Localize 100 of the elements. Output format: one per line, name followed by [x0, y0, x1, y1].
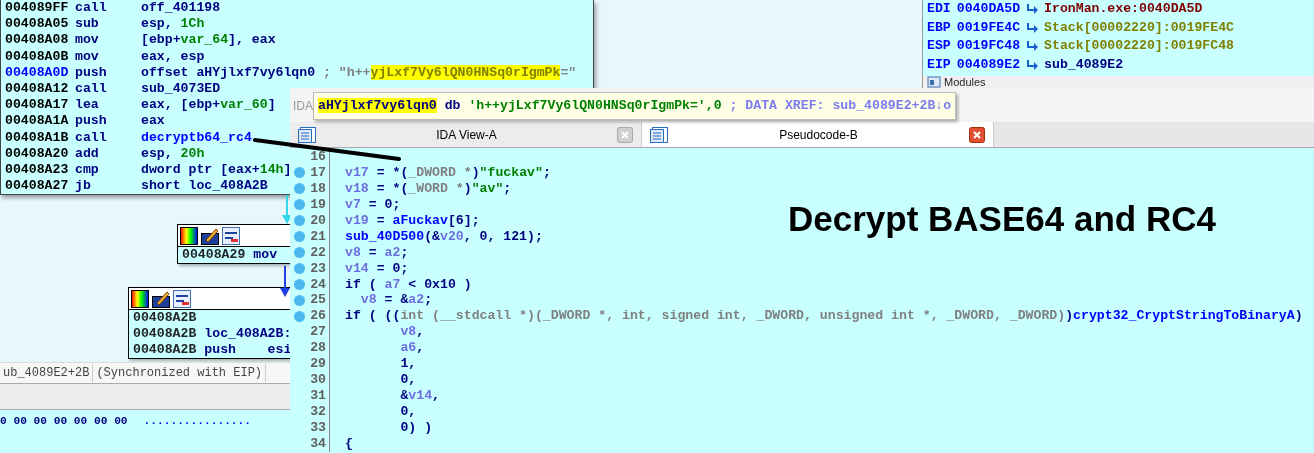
line-number: 17: [309, 164, 327, 181]
operand-text: eax: [141, 113, 165, 130]
line-number: 19: [309, 196, 327, 213]
breakpoint-dot[interactable]: [294, 199, 305, 211]
code-line: 0,: [399, 372, 417, 389]
address-text: 00408A12: [5, 80, 70, 98]
code-line: v8 = a2;: [344, 244, 409, 261]
register-target[interactable]: sub_4089E2: [1044, 54, 1124, 75]
line-number: 30: [309, 372, 327, 389]
mnemonic-text: mov: [75, 32, 100, 49]
address-text: 00408A1B: [5, 129, 70, 146]
tab-label: IDA View-A: [435, 126, 498, 144]
operand-text: esp, 20h: [141, 145, 205, 162]
modules-icon: [927, 76, 941, 88]
code-line: v17 = *(_DWORD *)"fuckav";: [344, 164, 551, 181]
code-line: sub_40D500(&v20, 0, 121);: [344, 228, 543, 245]
address-text: 00408A17: [5, 97, 70, 114]
register-target[interactable]: Stack[00002220]:0019FE4C: [1044, 17, 1234, 38]
register-name: EDI: [927, 0, 951, 19]
address-text: 004089FF: [5, 0, 70, 17]
line-number: 24: [309, 276, 327, 293]
line-number: 27: [309, 324, 327, 341]
jump-arrow-icon: [1026, 58, 1039, 71]
breakpoint-dot[interactable]: [294, 278, 305, 290]
status-text: (Synchronized with EIP): [93, 364, 267, 382]
operand-text: decryptb64_rc4: [141, 129, 252, 146]
address-text: 00408A27: [5, 178, 70, 195]
mnemonic-text: push: [75, 64, 108, 81]
code-line: v8,: [399, 324, 425, 341]
operand-text: eax, esp: [141, 48, 205, 65]
mnemonic-text: add: [75, 145, 100, 162]
mnemonic-text: mov: [75, 48, 100, 65]
line-number: 32: [309, 404, 327, 420]
code-line: v19 = aFuckav[6];: [344, 212, 480, 229]
register-name: ESP: [927, 37, 951, 56]
tab-label: Pseudocode-B: [778, 126, 859, 144]
graph-icon: [173, 289, 191, 308]
code-line: v7 = 0;: [344, 196, 401, 213]
instruction-text: loc_408A2B:: [204, 326, 292, 342]
operand-text: dword ptr [eax+14h]: [141, 161, 292, 179]
window-title: IDA: [293, 98, 313, 115]
code-line: &v14,: [399, 388, 440, 404]
register-target[interactable]: Stack[00002220]:0019FC48: [1044, 36, 1234, 57]
line-number: 22: [309, 244, 327, 261]
mnemonic-text: call: [75, 129, 108, 146]
close-icon: [969, 126, 985, 143]
line-number: 20: [309, 212, 327, 229]
mnemonic-text: push: [75, 113, 108, 130]
breakpoint-dot[interactable]: [294, 263, 305, 275]
status-text: ub_4089E2+2B: [0, 364, 94, 382]
breakpoint-dot[interactable]: [294, 215, 305, 227]
line-number: 31: [309, 388, 327, 404]
code-line: if ( ((int (__stdcall *)(_DWORD *, int, signed int, _DWORD, unsigned int *, _DWORD, _DWORD))crypt32_CryptStringToBinaryA): [344, 308, 1303, 325]
mnemonic-text: call: [75, 80, 108, 98]
register-target[interactable]: IronMan.exe:0040DA5D: [1044, 0, 1203, 20]
breakpoint-dot[interactable]: [294, 294, 305, 306]
address-text: 00408A29: [182, 247, 246, 263]
breakpoint-dot[interactable]: [294, 167, 305, 179]
tab[interactable]: IDA View-A: [290, 122, 642, 147]
address-text: 00408A23: [5, 161, 70, 179]
address-text: 00408A1A: [5, 113, 70, 130]
line-number: 28: [309, 340, 327, 357]
code-line: 0,: [399, 404, 417, 420]
address-text: 00408A05: [5, 16, 70, 33]
code-line: v8 = &a2;: [359, 292, 433, 309]
register-name: EIP: [927, 55, 951, 74]
code-line: 0) ): [399, 419, 433, 436]
register-value: 0019FE4C: [956, 18, 1021, 37]
register-value: 004089E2: [956, 55, 1021, 74]
address-text: 00408A2B: [133, 342, 197, 358]
breakpoint-dot[interactable]: [294, 183, 305, 195]
document-icon: [650, 126, 668, 143]
code-line: 1,: [399, 356, 417, 373]
line-number: 29: [309, 356, 327, 373]
instruction-text: push esi: [204, 342, 292, 358]
flow-arrow: [282, 195, 292, 225]
breakpoint-dot[interactable]: [294, 231, 305, 243]
line-number: 21: [309, 228, 327, 245]
address-text: 00408A2B: [133, 310, 197, 326]
code-line: {: [344, 435, 353, 452]
breakpoint-dot[interactable]: [294, 310, 305, 322]
register-name: EBP: [927, 18, 951, 37]
address-text: 00408A20: [5, 145, 70, 162]
operand-text: [ebp+var_64], eax: [141, 32, 276, 49]
breakpoint-dot[interactable]: [294, 247, 305, 259]
jump-arrow-icon: [1026, 21, 1039, 34]
code-line: v18 = *(_WORD *)"av";: [344, 180, 512, 197]
address-text: 00408A0B: [5, 48, 70, 65]
code-line: a6,: [399, 340, 425, 357]
jump-arrow-icon: [1026, 40, 1039, 53]
line-number: 33: [309, 419, 327, 436]
ascii-text: ................: [143, 414, 251, 429]
operand-text: off_401198: [141, 0, 221, 17]
tab[interactable]: Pseudocode-B: [642, 122, 994, 147]
hint-tooltip: aHYjlxf7vy6lqn0 db 'h++yjLxf7Vy6lQN0HNSq0rIgmPk=',0 ; DATA XREF: sub_4089E2+2B↓o: [313, 92, 957, 120]
line-number: 26: [309, 308, 327, 325]
register-value: 0019FC48: [956, 37, 1021, 56]
address-text: 00408A0D: [5, 64, 70, 81]
address-text: 00408A08: [5, 32, 70, 49]
hex-bytes: 0 00 00 00 00 00 00: [0, 414, 128, 429]
